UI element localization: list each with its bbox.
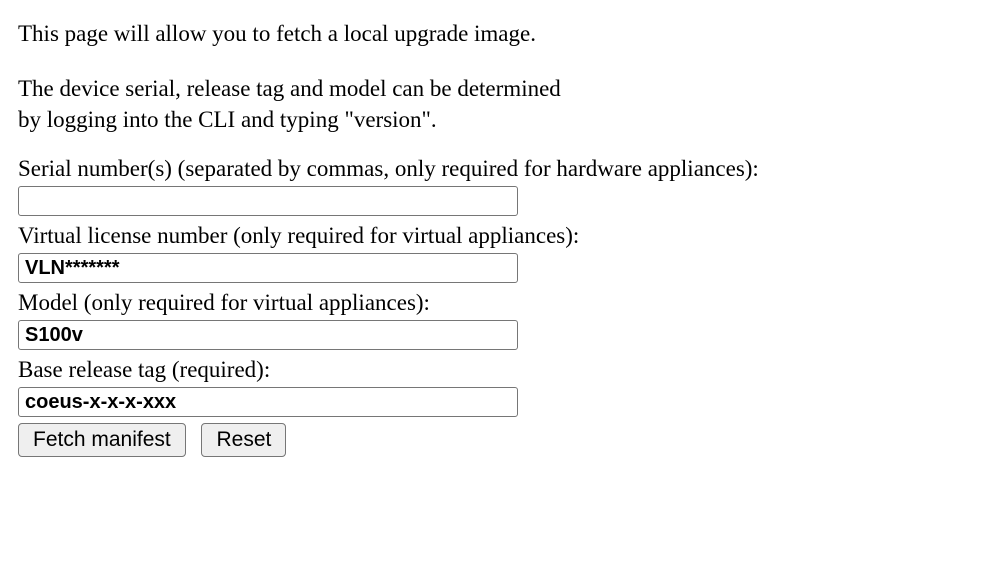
- model-input[interactable]: [18, 320, 518, 350]
- release-label: Base release tag (required):: [18, 354, 981, 385]
- release-input[interactable]: [18, 387, 518, 417]
- serial-label: Serial number(s) (separated by commas, o…: [18, 153, 981, 184]
- button-row: Fetch manifest Reset: [18, 423, 981, 457]
- reset-button[interactable]: Reset: [201, 423, 286, 457]
- vln-input[interactable]: [18, 253, 518, 283]
- cli-help-line2: by logging into the CLI and typing "vers…: [18, 107, 437, 132]
- model-label: Model (only required for virtual applian…: [18, 287, 981, 318]
- cli-help-line1: The device serial, release tag and model…: [18, 76, 561, 101]
- serial-input[interactable]: [18, 186, 518, 216]
- fetch-manifest-button[interactable]: Fetch manifest: [18, 423, 186, 457]
- page-intro: This page will allow you to fetch a loca…: [18, 18, 981, 49]
- vln-label: Virtual license number (only required fo…: [18, 220, 981, 251]
- cli-help-text: The device serial, release tag and model…: [18, 73, 981, 135]
